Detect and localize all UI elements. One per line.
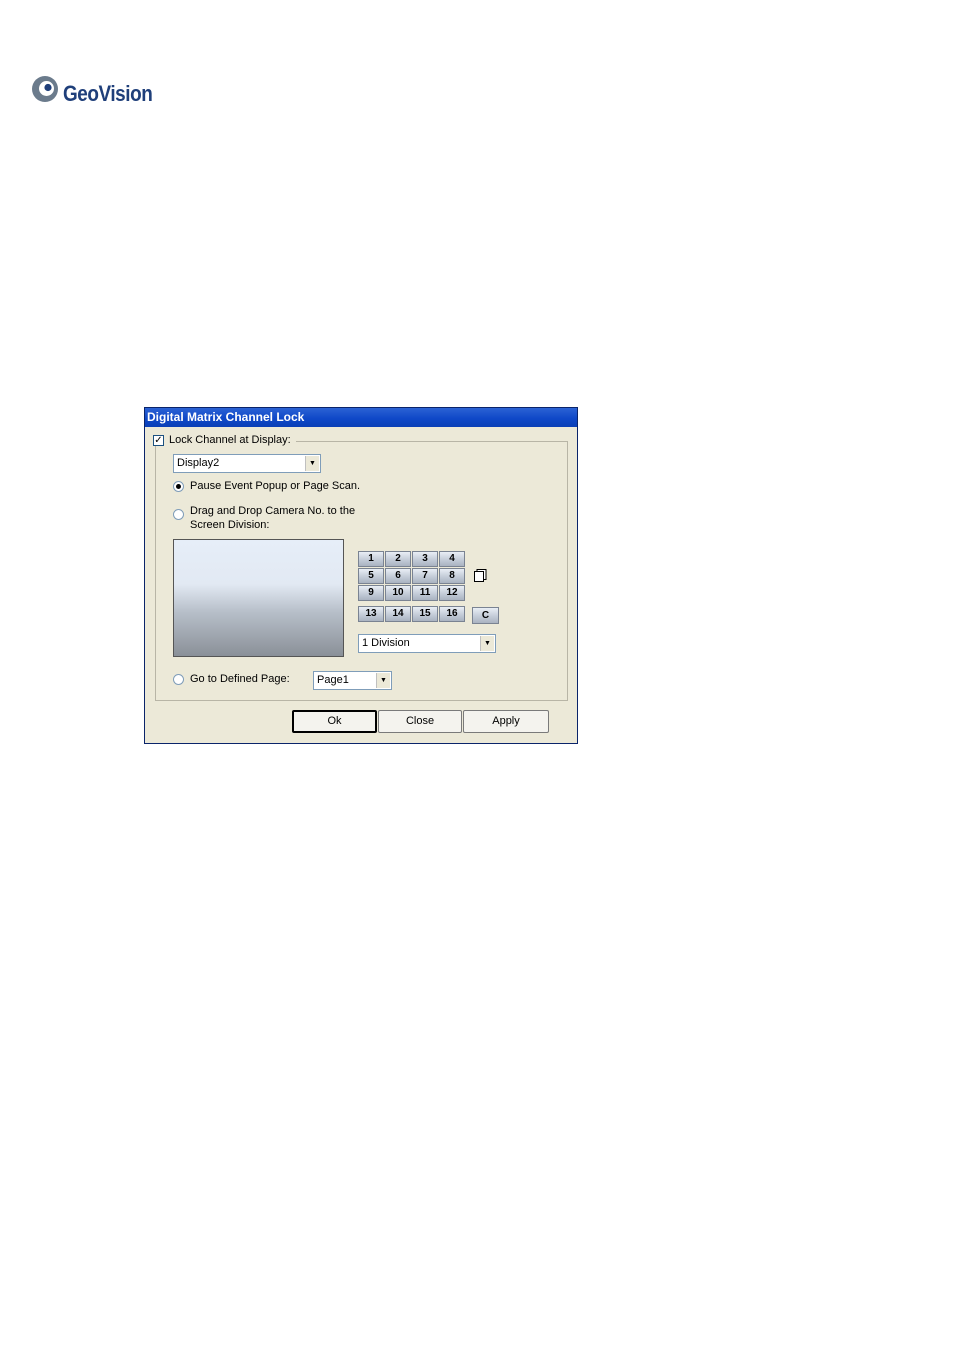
camera-button-11[interactable]: 11 — [412, 585, 438, 601]
option-goto-row[interactable]: Go to Defined Page: — [173, 673, 290, 685]
pause-radio[interactable] — [173, 481, 184, 492]
drag-label-line2: Screen Division: — [190, 519, 270, 531]
camera-button-14[interactable]: 14 — [385, 606, 411, 622]
camera-button-3[interactable]: 3 — [412, 551, 438, 567]
drag-radio[interactable] — [173, 509, 184, 520]
division-select-value: 1 Division — [362, 637, 410, 649]
camera-button-9[interactable]: 9 — [358, 585, 384, 601]
camera-button-5[interactable]: 5 — [358, 568, 384, 584]
pause-label: Pause Event Popup or Page Scan. — [190, 480, 361, 492]
page-select[interactable]: Page1 ▼ — [313, 671, 392, 690]
copy-icon[interactable] — [474, 569, 487, 582]
dialog-title: Digital Matrix Channel Lock — [145, 408, 577, 427]
option-drag-row[interactable]: Drag and Drop Camera No. to the Screen D… — [173, 504, 355, 532]
chevron-down-icon[interactable]: ▼ — [305, 456, 319, 471]
camera-button-8[interactable]: 8 — [439, 568, 465, 584]
camera-button-10[interactable]: 10 — [385, 585, 411, 601]
lock-channel-checkbox[interactable]: ✓ — [153, 434, 164, 446]
option-pause-row[interactable]: Pause Event Popup or Page Scan. — [173, 480, 360, 492]
page-select-value: Page1 — [317, 674, 349, 686]
geovision-logo-icon — [32, 76, 58, 102]
logo-text: GeoVision — [63, 81, 153, 106]
division-select[interactable]: 1 Division ▼ — [358, 634, 496, 653]
camera-button-4[interactable]: 4 — [439, 551, 465, 567]
camera-number-grid: 1 2 3 4 5 6 7 8 9 10 11 12 — [358, 551, 465, 601]
goto-label: Go to Defined Page: — [190, 673, 290, 685]
camera-button-7[interactable]: 7 — [412, 568, 438, 584]
close-button[interactable]: Close — [378, 710, 462, 733]
apply-button[interactable]: Apply — [463, 710, 549, 733]
camera-button-15[interactable]: 15 — [412, 606, 438, 622]
lock-channel-label: Lock Channel at Display: — [169, 434, 291, 446]
goto-radio[interactable] — [173, 674, 184, 685]
clear-button[interactable]: C — [472, 607, 499, 624]
ok-button[interactable]: Ok — [292, 710, 377, 733]
channel-lock-dialog: Digital Matrix Channel Lock ✓ Lock Chann… — [144, 407, 578, 744]
camera-button-12[interactable]: 12 — [439, 585, 465, 601]
chevron-down-icon[interactable]: ▼ — [376, 673, 390, 688]
camera-button-1[interactable]: 1 — [358, 551, 384, 567]
camera-button-6[interactable]: 6 — [385, 568, 411, 584]
lock-channel-legend: ✓ Lock Channel at Display: — [153, 434, 296, 446]
chevron-down-icon[interactable]: ▼ — [480, 636, 494, 651]
display-select-value: Display2 — [177, 457, 220, 469]
camera-number-grid-row4: 13 14 15 16 — [358, 606, 465, 622]
geovision-logo: GeoVision — [31, 74, 181, 108]
screen-division-preview[interactable] — [173, 539, 344, 657]
drag-label-line1: Drag and Drop Camera No. to the — [190, 505, 356, 517]
camera-button-13[interactable]: 13 — [358, 606, 384, 622]
camera-button-16[interactable]: 16 — [439, 606, 465, 622]
display-select[interactable]: Display2 ▼ — [173, 454, 321, 473]
camera-button-2[interactable]: 2 — [385, 551, 411, 567]
